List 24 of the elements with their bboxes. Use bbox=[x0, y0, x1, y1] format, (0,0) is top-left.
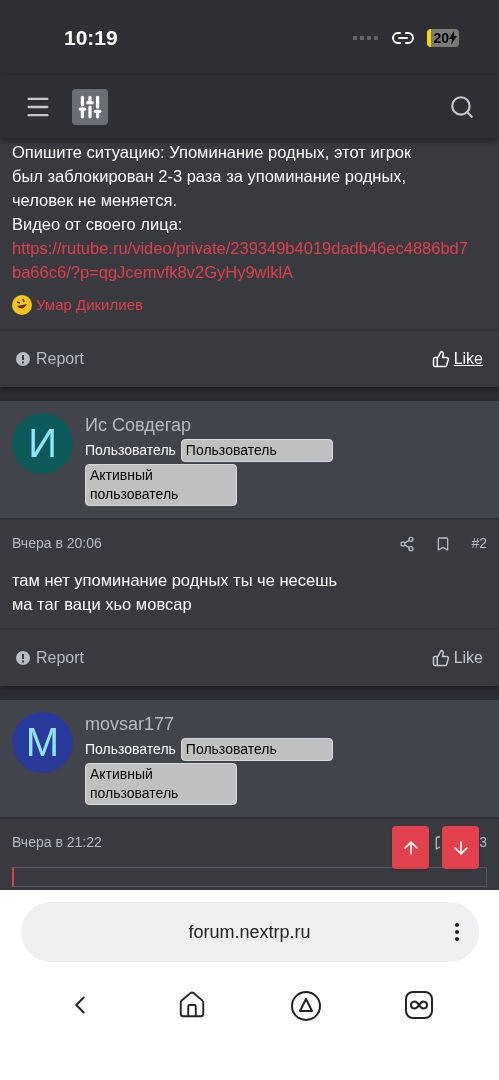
url-text: forum.nextrp.ru bbox=[188, 920, 311, 944]
post-date[interactable]: Вчера в 20:06 bbox=[12, 533, 102, 554]
username[interactable]: Ис Совдегар bbox=[85, 412, 345, 437]
post-text: там нет упоминание родных ты че несешь ма таг ваци хьо мовсар bbox=[11, 569, 338, 615]
user-role: Пользователь bbox=[85, 440, 176, 460]
avatar[interactable]: М bbox=[12, 711, 73, 773]
like-button[interactable]: Like bbox=[431, 346, 483, 371]
address-bar[interactable]: forum.nextrp.ru bbox=[20, 902, 479, 962]
user-badge: Пользователь bbox=[180, 737, 333, 761]
user-badge: Пользователь bbox=[180, 438, 333, 462]
user-badge: Активный пользователь bbox=[85, 463, 237, 506]
report-button[interactable]: Report bbox=[16, 346, 85, 371]
username[interactable]: movsar177 bbox=[85, 711, 345, 736]
post-number[interactable]: 3 bbox=[479, 832, 487, 853]
user-badge: Активный пользователь bbox=[85, 762, 237, 805]
post-number[interactable]: #2 bbox=[471, 533, 487, 554]
user-role: Пользователь bbox=[85, 739, 176, 759]
post-date[interactable]: Вчера в 21:22 bbox=[12, 832, 102, 853]
post-text: Опишите ситуацию: Упоминание родных, этот игрок был заблокирован 2-3 раза за упоминание родных, человек не меняется. Видео от своего лица: bbox=[12, 142, 413, 235]
like-button[interactable]: Like bbox=[431, 645, 483, 670]
status-time: 10:19 bbox=[64, 24, 118, 51]
battery-level: 20 bbox=[433, 28, 449, 47]
avatar[interactable]: И bbox=[12, 412, 73, 474]
report-button[interactable]: Report bbox=[16, 645, 85, 670]
